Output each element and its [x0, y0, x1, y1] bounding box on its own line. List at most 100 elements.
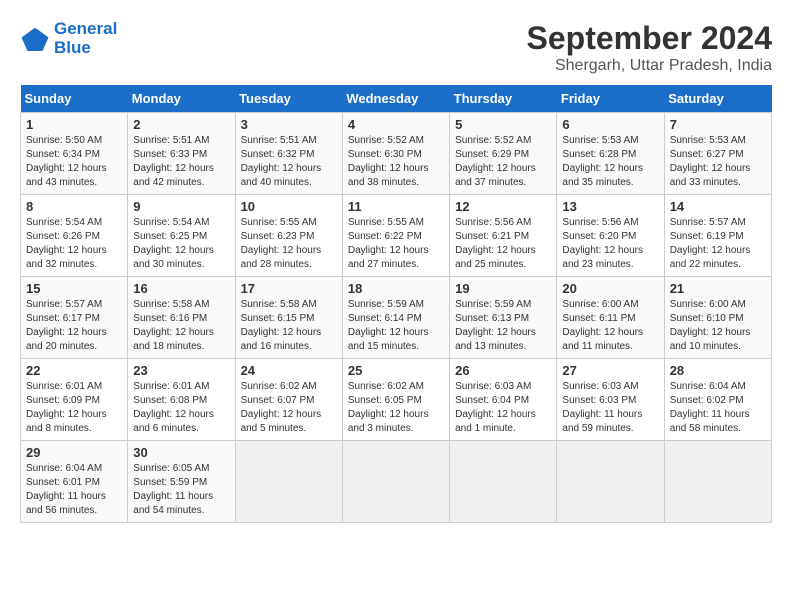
calendar-cell: 1 Sunrise: 5:50 AM Sunset: 6:34 PM Dayli… [21, 113, 128, 195]
calendar-cell: 22 Sunrise: 6:01 AM Sunset: 6:09 PM Dayl… [21, 359, 128, 441]
calendar-cell: 15 Sunrise: 5:57 AM Sunset: 6:17 PM Dayl… [21, 277, 128, 359]
day-info: Sunrise: 5:51 AM Sunset: 6:33 PM Dayligh… [133, 134, 229, 190]
logo-icon [20, 24, 50, 54]
day-number: 1 [26, 117, 122, 132]
calendar-week-4: 22 Sunrise: 6:01 AM Sunset: 6:09 PM Dayl… [21, 359, 772, 441]
calendar-cell: 19 Sunrise: 5:59 AM Sunset: 6:13 PM Dayl… [450, 277, 557, 359]
day-info: Sunrise: 5:52 AM Sunset: 6:30 PM Dayligh… [348, 134, 444, 190]
day-info: Sunrise: 5:57 AM Sunset: 6:17 PM Dayligh… [26, 298, 122, 354]
calendar-cell: 23 Sunrise: 6:01 AM Sunset: 6:08 PM Dayl… [128, 359, 235, 441]
day-info: Sunrise: 5:59 AM Sunset: 6:13 PM Dayligh… [455, 298, 551, 354]
calendar-cell: 20 Sunrise: 6:00 AM Sunset: 6:11 PM Dayl… [557, 277, 664, 359]
calendar-table: SundayMondayTuesdayWednesdayThursdayFrid… [20, 85, 772, 523]
day-info: Sunrise: 6:01 AM Sunset: 6:08 PM Dayligh… [133, 380, 229, 436]
calendar-cell: 21 Sunrise: 6:00 AM Sunset: 6:10 PM Dayl… [664, 277, 771, 359]
subtitle: Shergarh, Uttar Pradesh, India [527, 57, 772, 75]
day-number: 6 [562, 117, 658, 132]
day-info: Sunrise: 6:03 AM Sunset: 6:03 PM Dayligh… [562, 380, 658, 436]
day-number: 3 [241, 117, 337, 132]
day-info: Sunrise: 6:04 AM Sunset: 6:01 PM Dayligh… [26, 462, 122, 518]
calendar-cell: 27 Sunrise: 6:03 AM Sunset: 6:03 PM Dayl… [557, 359, 664, 441]
day-number: 10 [241, 199, 337, 214]
day-header-friday: Friday [557, 85, 664, 113]
calendar-cell: 4 Sunrise: 5:52 AM Sunset: 6:30 PM Dayli… [342, 113, 449, 195]
day-info: Sunrise: 5:56 AM Sunset: 6:21 PM Dayligh… [455, 216, 551, 272]
day-number: 17 [241, 281, 337, 296]
day-number: 30 [133, 445, 229, 460]
day-info: Sunrise: 5:53 AM Sunset: 6:28 PM Dayligh… [562, 134, 658, 190]
day-info: Sunrise: 5:53 AM Sunset: 6:27 PM Dayligh… [670, 134, 766, 190]
calendar-cell: 5 Sunrise: 5:52 AM Sunset: 6:29 PM Dayli… [450, 113, 557, 195]
day-number: 14 [670, 199, 766, 214]
day-number: 26 [455, 363, 551, 378]
day-info: Sunrise: 6:01 AM Sunset: 6:09 PM Dayligh… [26, 380, 122, 436]
calendar-cell: 9 Sunrise: 5:54 AM Sunset: 6:25 PM Dayli… [128, 195, 235, 277]
calendar-cell: 26 Sunrise: 6:03 AM Sunset: 6:04 PM Dayl… [450, 359, 557, 441]
day-number: 2 [133, 117, 229, 132]
day-info: Sunrise: 6:00 AM Sunset: 6:11 PM Dayligh… [562, 298, 658, 354]
calendar-cell: 24 Sunrise: 6:02 AM Sunset: 6:07 PM Dayl… [235, 359, 342, 441]
day-info: Sunrise: 5:54 AM Sunset: 6:25 PM Dayligh… [133, 216, 229, 272]
calendar-cell: 2 Sunrise: 5:51 AM Sunset: 6:33 PM Dayli… [128, 113, 235, 195]
day-number: 24 [241, 363, 337, 378]
calendar-cell: 30 Sunrise: 6:05 AM Sunset: 5:59 PM Dayl… [128, 441, 235, 523]
day-header-tuesday: Tuesday [235, 85, 342, 113]
calendar-cell [235, 441, 342, 523]
calendar-cell: 8 Sunrise: 5:54 AM Sunset: 6:26 PM Dayli… [21, 195, 128, 277]
day-number: 27 [562, 363, 658, 378]
day-number: 19 [455, 281, 551, 296]
calendar-cell [557, 441, 664, 523]
day-header-wednesday: Wednesday [342, 85, 449, 113]
day-header-monday: Monday [128, 85, 235, 113]
day-number: 12 [455, 199, 551, 214]
day-number: 25 [348, 363, 444, 378]
day-info: Sunrise: 5:52 AM Sunset: 6:29 PM Dayligh… [455, 134, 551, 190]
calendar-cell: 14 Sunrise: 5:57 AM Sunset: 6:19 PM Dayl… [664, 195, 771, 277]
day-number: 16 [133, 281, 229, 296]
day-number: 11 [348, 199, 444, 214]
calendar-cell: 25 Sunrise: 6:02 AM Sunset: 6:05 PM Dayl… [342, 359, 449, 441]
day-number: 4 [348, 117, 444, 132]
main-title: September 2024 [527, 20, 772, 57]
logo-text: General Blue [54, 20, 117, 57]
day-number: 15 [26, 281, 122, 296]
day-header-thursday: Thursday [450, 85, 557, 113]
calendar-cell: 7 Sunrise: 5:53 AM Sunset: 6:27 PM Dayli… [664, 113, 771, 195]
day-info: Sunrise: 6:00 AM Sunset: 6:10 PM Dayligh… [670, 298, 766, 354]
calendar-cell: 16 Sunrise: 5:58 AM Sunset: 6:16 PM Dayl… [128, 277, 235, 359]
day-info: Sunrise: 5:51 AM Sunset: 6:32 PM Dayligh… [241, 134, 337, 190]
calendar-cell [342, 441, 449, 523]
day-info: Sunrise: 5:58 AM Sunset: 6:15 PM Dayligh… [241, 298, 337, 354]
day-number: 7 [670, 117, 766, 132]
day-number: 13 [562, 199, 658, 214]
logo: General Blue [20, 20, 117, 57]
day-info: Sunrise: 6:03 AM Sunset: 6:04 PM Dayligh… [455, 380, 551, 436]
calendar-cell: 6 Sunrise: 5:53 AM Sunset: 6:28 PM Dayli… [557, 113, 664, 195]
day-number: 9 [133, 199, 229, 214]
day-header-sunday: Sunday [21, 85, 128, 113]
day-info: Sunrise: 6:05 AM Sunset: 5:59 PM Dayligh… [133, 462, 229, 518]
day-number: 29 [26, 445, 122, 460]
day-number: 21 [670, 281, 766, 296]
calendar-cell: 3 Sunrise: 5:51 AM Sunset: 6:32 PM Dayli… [235, 113, 342, 195]
day-number: 8 [26, 199, 122, 214]
header-row: SundayMondayTuesdayWednesdayThursdayFrid… [21, 85, 772, 113]
day-number: 20 [562, 281, 658, 296]
calendar-cell: 13 Sunrise: 5:56 AM Sunset: 6:20 PM Dayl… [557, 195, 664, 277]
day-info: Sunrise: 6:02 AM Sunset: 6:07 PM Dayligh… [241, 380, 337, 436]
day-info: Sunrise: 5:56 AM Sunset: 6:20 PM Dayligh… [562, 216, 658, 272]
day-number: 18 [348, 281, 444, 296]
calendar-week-1: 1 Sunrise: 5:50 AM Sunset: 6:34 PM Dayli… [21, 113, 772, 195]
day-number: 28 [670, 363, 766, 378]
header: General Blue September 2024 Shergarh, Ut… [20, 20, 772, 75]
day-info: Sunrise: 6:04 AM Sunset: 6:02 PM Dayligh… [670, 380, 766, 436]
day-info: Sunrise: 5:55 AM Sunset: 6:23 PM Dayligh… [241, 216, 337, 272]
calendar-cell: 17 Sunrise: 5:58 AM Sunset: 6:15 PM Dayl… [235, 277, 342, 359]
calendar-cell: 18 Sunrise: 5:59 AM Sunset: 6:14 PM Dayl… [342, 277, 449, 359]
day-info: Sunrise: 5:54 AM Sunset: 6:26 PM Dayligh… [26, 216, 122, 272]
day-info: Sunrise: 5:50 AM Sunset: 6:34 PM Dayligh… [26, 134, 122, 190]
calendar-week-5: 29 Sunrise: 6:04 AM Sunset: 6:01 PM Dayl… [21, 441, 772, 523]
calendar-cell: 10 Sunrise: 5:55 AM Sunset: 6:23 PM Dayl… [235, 195, 342, 277]
day-number: 22 [26, 363, 122, 378]
calendar-cell: 28 Sunrise: 6:04 AM Sunset: 6:02 PM Dayl… [664, 359, 771, 441]
